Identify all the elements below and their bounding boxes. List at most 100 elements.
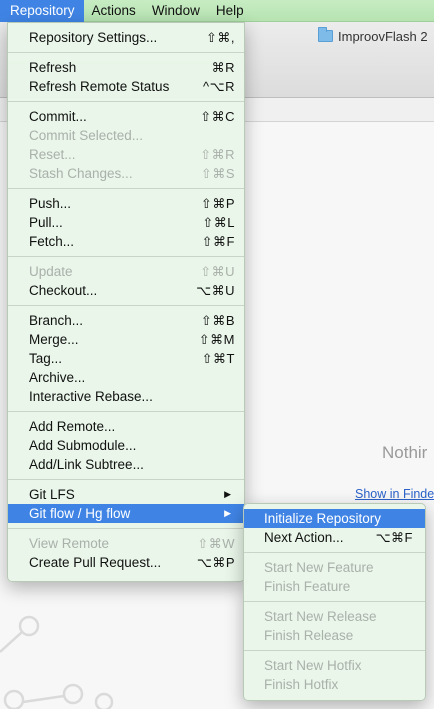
menubar-help[interactable]: Help	[208, 0, 252, 22]
menu-separator	[244, 552, 425, 553]
menu-item-shortcut: ⇧⌘B	[200, 313, 235, 328]
menu-item-pull[interactable]: Pull... ⇧⌘L	[8, 213, 244, 232]
menu-item-label: Commit Selected...	[29, 128, 144, 143]
menu-item-refresh-remote-status[interactable]: Refresh Remote Status ^⌥R	[8, 77, 244, 96]
menu-item-start-new-feature: Start New Feature	[244, 558, 425, 577]
menu-separator	[8, 101, 244, 102]
menu-item-shortcut: ⌘R	[211, 60, 235, 75]
menu-item-commit[interactable]: Commit... ⇧⌘C	[8, 107, 244, 126]
menu-separator	[8, 256, 244, 257]
gitflow-submenu: Initialize Repository Next Action... ⌥⌘F…	[243, 503, 426, 701]
menu-item-label: Update	[29, 264, 73, 279]
menu-item-branch[interactable]: Branch... ⇧⌘B	[8, 311, 244, 330]
empty-state-text: Nothir	[382, 443, 428, 462]
menu-item-repository-settings[interactable]: Repository Settings... ⇧⌘,	[8, 28, 244, 47]
menu-item-view-remote: View Remote ⇧⌘W	[8, 534, 244, 553]
menu-item-shortcut: ⇧⌘U	[200, 264, 235, 279]
menu-item-label: Finish Feature	[264, 579, 351, 594]
menu-item-label: View Remote	[29, 536, 110, 551]
menu-item-checkout[interactable]: Checkout... ⌥⌘U	[8, 281, 244, 300]
menu-item-label: Refresh	[29, 60, 77, 75]
menu-item-commit-selected: Commit Selected...	[8, 126, 244, 145]
menu-item-archive[interactable]: Archive...	[8, 368, 244, 387]
repository-menu: Repository Settings... ⇧⌘, Refresh ⌘R Re…	[7, 22, 245, 582]
repo-title: ImproovFlash 2	[318, 27, 428, 45]
menu-item-start-new-release: Start New Release	[244, 607, 425, 626]
show-in-finder-link[interactable]: Show in Finde	[355, 487, 434, 501]
menu-separator	[8, 188, 244, 189]
menu-item-push[interactable]: Push... ⇧⌘P	[8, 194, 244, 213]
menu-item-label: Start New Feature	[264, 560, 374, 575]
menu-item-add-link-subtree[interactable]: Add/Link Subtree...	[8, 455, 244, 474]
menubar-actions[interactable]: Actions	[84, 0, 144, 22]
menu-item-label: Create Pull Request...	[29, 555, 162, 570]
menu-item-shortcut: ⇧⌘L	[202, 215, 235, 230]
menu-separator	[8, 52, 244, 53]
menu-item-update: Update ⇧⌘U	[8, 262, 244, 281]
menu-item-label: Refresh Remote Status	[29, 79, 170, 94]
menu-item-label: Interactive Rebase...	[29, 389, 153, 404]
menu-item-shortcut: ⇧⌘W	[197, 536, 235, 551]
menu-item-shortcut: ⇧⌘,	[205, 30, 235, 45]
menu-separator	[8, 305, 244, 306]
menu-item-create-pull-request[interactable]: Create Pull Request... ⌥⌘P	[8, 553, 244, 572]
menu-item-label: Git LFS	[29, 487, 75, 502]
menu-item-refresh[interactable]: Refresh ⌘R	[8, 58, 244, 77]
menu-item-label: Git flow / Hg flow	[29, 506, 131, 521]
menu-item-label: Checkout...	[29, 283, 98, 298]
menu-item-shortcut: ⇧⌘P	[200, 196, 235, 211]
menu-item-label: Add/Link Subtree...	[29, 457, 144, 472]
menu-item-stash-changes: Stash Changes... ⇧⌘S	[8, 164, 244, 183]
menubar-window[interactable]: Window	[144, 0, 208, 22]
menu-item-next-action[interactable]: Next Action... ⌥⌘F	[244, 528, 425, 547]
repo-name: ImproovFlash 2	[338, 28, 428, 44]
menu-item-label: Finish Release	[264, 628, 354, 643]
menu-item-merge[interactable]: Merge... ⇧⌘M	[8, 330, 244, 349]
menu-item-finish-hotfix: Finish Hotfix	[244, 675, 425, 694]
menu-item-label: Fetch...	[29, 234, 75, 249]
menu-separator	[8, 528, 244, 529]
menu-item-label: Stash Changes...	[29, 166, 133, 181]
menu-item-interactive-rebase[interactable]: Interactive Rebase...	[8, 387, 244, 406]
menu-item-reset: Reset... ⇧⌘R	[8, 145, 244, 164]
folder-icon	[318, 27, 333, 42]
menu-item-label: Push...	[29, 196, 72, 211]
menu-item-shortcut: ⇧⌘S	[200, 166, 235, 181]
menu-separator	[8, 411, 244, 412]
menu-item-shortcut: ⌥⌘U	[196, 283, 235, 298]
menu-item-fetch[interactable]: Fetch... ⇧⌘F	[8, 232, 244, 251]
menu-item-label: Add Submodule...	[29, 438, 137, 453]
menubar-repository[interactable]: Repository	[0, 0, 84, 22]
menu-item-label: Archive...	[29, 370, 86, 385]
chevron-right-icon: ▶	[224, 489, 231, 499]
menu-item-label: Reset...	[29, 147, 76, 162]
menu-item-shortcut: ⇧⌘F	[201, 234, 235, 249]
menu-item-add-submodule[interactable]: Add Submodule...	[8, 436, 244, 455]
menu-item-shortcut: ⌥⌘P	[196, 555, 235, 570]
menu-item-label: Add Remote...	[29, 419, 116, 434]
menu-item-git-flow[interactable]: Git flow / Hg flow ▶	[8, 504, 244, 523]
menu-separator	[244, 650, 425, 651]
menu-separator	[8, 479, 244, 480]
menu-item-shortcut: ^⌥R	[203, 79, 235, 94]
menu-item-start-new-hotfix: Start New Hotfix	[244, 656, 425, 675]
menu-item-shortcut: ⇧⌘R	[200, 147, 235, 162]
menu-item-label: Tag...	[29, 351, 63, 366]
menu-item-shortcut: ⇧⌘T	[201, 351, 235, 366]
menu-item-label: Branch...	[29, 313, 84, 328]
menu-item-shortcut: ⇧⌘M	[198, 332, 235, 347]
menu-item-finish-feature: Finish Feature	[244, 577, 425, 596]
menu-item-label: Repository Settings...	[29, 30, 158, 45]
menu-item-initialize-repository[interactable]: Initialize Repository	[244, 509, 425, 528]
chevron-right-icon: ▶	[224, 508, 231, 518]
menu-item-add-remote[interactable]: Add Remote...	[8, 417, 244, 436]
menu-item-shortcut: ⇧⌘C	[200, 109, 235, 124]
menu-item-label: Commit...	[29, 109, 87, 124]
menu-item-shortcut: ⌥⌘F	[375, 530, 413, 545]
menu-separator	[244, 601, 425, 602]
git-graph-decoration-icon	[0, 615, 114, 709]
menu-item-label: Merge...	[29, 332, 79, 347]
menu-item-tag[interactable]: Tag... ⇧⌘T	[8, 349, 244, 368]
menu-item-label: Pull...	[29, 215, 63, 230]
menu-item-git-lfs[interactable]: Git LFS ▶	[8, 485, 244, 504]
